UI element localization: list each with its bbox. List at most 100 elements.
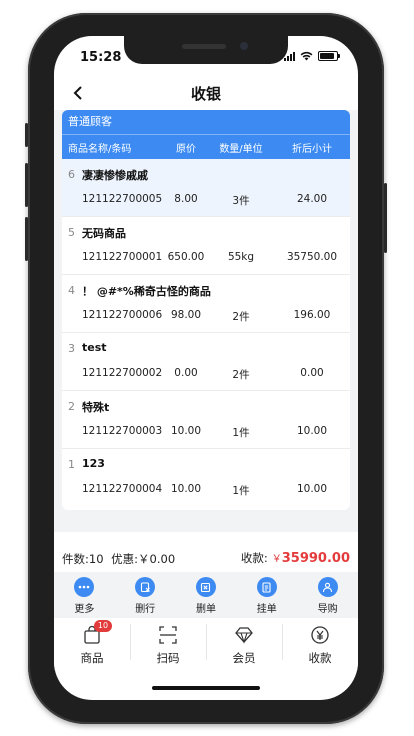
item-name: test [82,341,107,354]
col-qty-header: 数量/单位 [219,143,263,155]
action-label: 删行 [135,604,156,615]
delete-row-icon [135,577,156,597]
more-dots-icon [74,577,95,597]
item-qty: 3件 [232,195,250,207]
action-bar: 更多 删行 删单 挂单 导购 [54,572,358,618]
total-label: 收款: [240,551,268,565]
page-title: 收银 [190,85,221,103]
item-price: 650.00 [167,251,205,263]
item-count: 件数:10 [62,552,104,566]
item-price: 98.00 [170,309,202,321]
item-subtotal: 24.00 [296,193,328,205]
col-subtotal-header: 折后小计 [292,143,332,155]
volume-down-button [25,217,28,261]
item-name: 无码商品 [82,227,126,240]
item-details: 121122700006 98.00 2件 196.00 [62,309,350,324]
item-code: 121122700004 [82,483,163,495]
cart-count-badge: 10 [94,620,112,632]
item-subtotal: 10.00 [296,483,328,495]
item-index: 1 [68,458,75,471]
yen-coin-icon [309,624,331,646]
discount-amount: 优惠:￥0.00 [111,552,176,566]
mute-switch [25,123,28,147]
tab-member[interactable]: 会员 [206,618,282,670]
volume-up-button [25,163,28,207]
bottom-tab-bar: 10 商品 扫码 会员 收款 [54,618,358,670]
home-indicator[interactable] [152,686,260,690]
diamond-icon [233,624,255,646]
item-details: 121122700005 8.00 3件 24.00 [62,193,350,208]
speaker [182,44,226,49]
item-subtotal: 35750.00 [286,251,338,263]
camera [240,42,248,50]
item-details: 121122700001 650.00 55kg 35750.00 [62,251,350,263]
tab-checkout[interactable]: 收款 [282,618,358,670]
shopping-guide-button[interactable]: 导购 [297,572,358,618]
cart-item[interactable]: 3 test 121122700002 0.00 2件 0.00 [62,333,350,391]
more-button[interactable]: 更多 [54,572,115,618]
summary-left: 件数:10 优惠:￥0.00 [62,551,175,567]
wifi-icon [300,51,313,61]
item-code: 121122700002 [82,367,163,379]
item-index: 2 [68,400,75,413]
status-time: 15:28 [80,50,122,65]
scan-icon [157,624,179,646]
status-icons [284,51,340,61]
customer-name[interactable]: 普通顾客 [62,110,350,134]
hold-order-button[interactable]: 挂单 [236,572,297,618]
tab-label: 会员 [232,651,256,665]
item-price: 10.00 [170,483,202,495]
col-price-header: 原价 [176,143,196,155]
item-code: 121122700006 [82,309,163,321]
item-qty: 2件 [232,369,250,381]
item-qty: 55kg [227,251,255,263]
cart-panel: 普通顾客 商品名称/条码 原价 数量/单位 折后小计 6 凄凄惨惨戚戚 1211… [62,110,350,510]
signal-icon [284,51,295,61]
cart-header: 普通顾客 商品名称/条码 原价 数量/单位 折后小计 [62,110,350,159]
item-name: ！ @#*%稀奇古怪的商品 [82,285,211,298]
item-details: 121122700002 0.00 2件 0.00 [62,367,350,382]
cart-item[interactable]: 6 凄凄惨惨戚戚 121122700005 8.00 3件 24.00 [62,159,350,217]
item-qty: 1件 [232,485,250,497]
cart-item[interactable]: 1 123 121122700004 10.00 1件 10.00 [62,449,350,507]
item-price: 0.00 [174,367,198,379]
battery-icon [318,51,340,61]
item-qty: 2件 [232,311,250,323]
tab-label: 收款 [308,651,332,665]
col-name-header: 商品名称/条码 [68,143,132,155]
item-details: 121122700004 10.00 1件 10.00 [62,483,350,498]
tab-label: 扫码 [156,651,180,665]
app-screen: 15:28 收银 普通顾客 商品名称/条码 原价 数量/单位 折后小计 6 凄凄… [54,36,358,700]
summary-right: 收款: ￥ 35990.00 [241,550,350,566]
delete-row-button[interactable]: 删行 [115,572,176,618]
notch [124,36,288,64]
item-details: 121122700003 10.00 1件 10.00 [62,425,350,440]
item-qty: 1件 [232,427,250,439]
total-amount: 35990.00 [281,551,350,566]
tab-products[interactable]: 10 商品 [54,618,130,670]
tab-label: 商品 [80,651,104,665]
cart-item[interactable]: 5 无码商品 121122700001 650.00 55kg 35750.00 [62,217,350,275]
item-index: 3 [68,342,75,355]
cart-item[interactable]: 4 ！ @#*%稀奇古怪的商品 121122700006 98.00 2件 19… [62,275,350,333]
power-button [384,183,387,253]
nav-bar: 收银 [54,79,358,107]
summary-bar: 件数:10 优惠:￥0.00 收款: ￥ 35990.00 [54,544,358,572]
item-price: 10.00 [170,425,202,437]
item-index: 5 [68,226,75,239]
tab-scan[interactable]: 扫码 [130,618,206,670]
shopping-bag-icon: 10 [81,620,112,646]
delete-order-button[interactable]: 删单 [176,572,237,618]
item-subtotal: 0.00 [300,367,324,379]
cart-item[interactable]: 2 特殊t 121122700003 10.00 1件 10.00 [62,391,350,449]
item-code: 121122700001 [82,251,163,263]
action-label: 更多 [74,604,95,615]
item-name: 凄凄惨惨戚戚 [82,169,148,182]
guide-person-icon [317,577,338,597]
item-name: 123 [82,457,105,470]
item-code: 121122700005 [82,193,163,205]
delete-order-icon [195,577,216,597]
total-currency: ￥ [271,554,282,565]
action-label: 导购 [317,604,338,615]
item-index: 6 [68,168,75,181]
